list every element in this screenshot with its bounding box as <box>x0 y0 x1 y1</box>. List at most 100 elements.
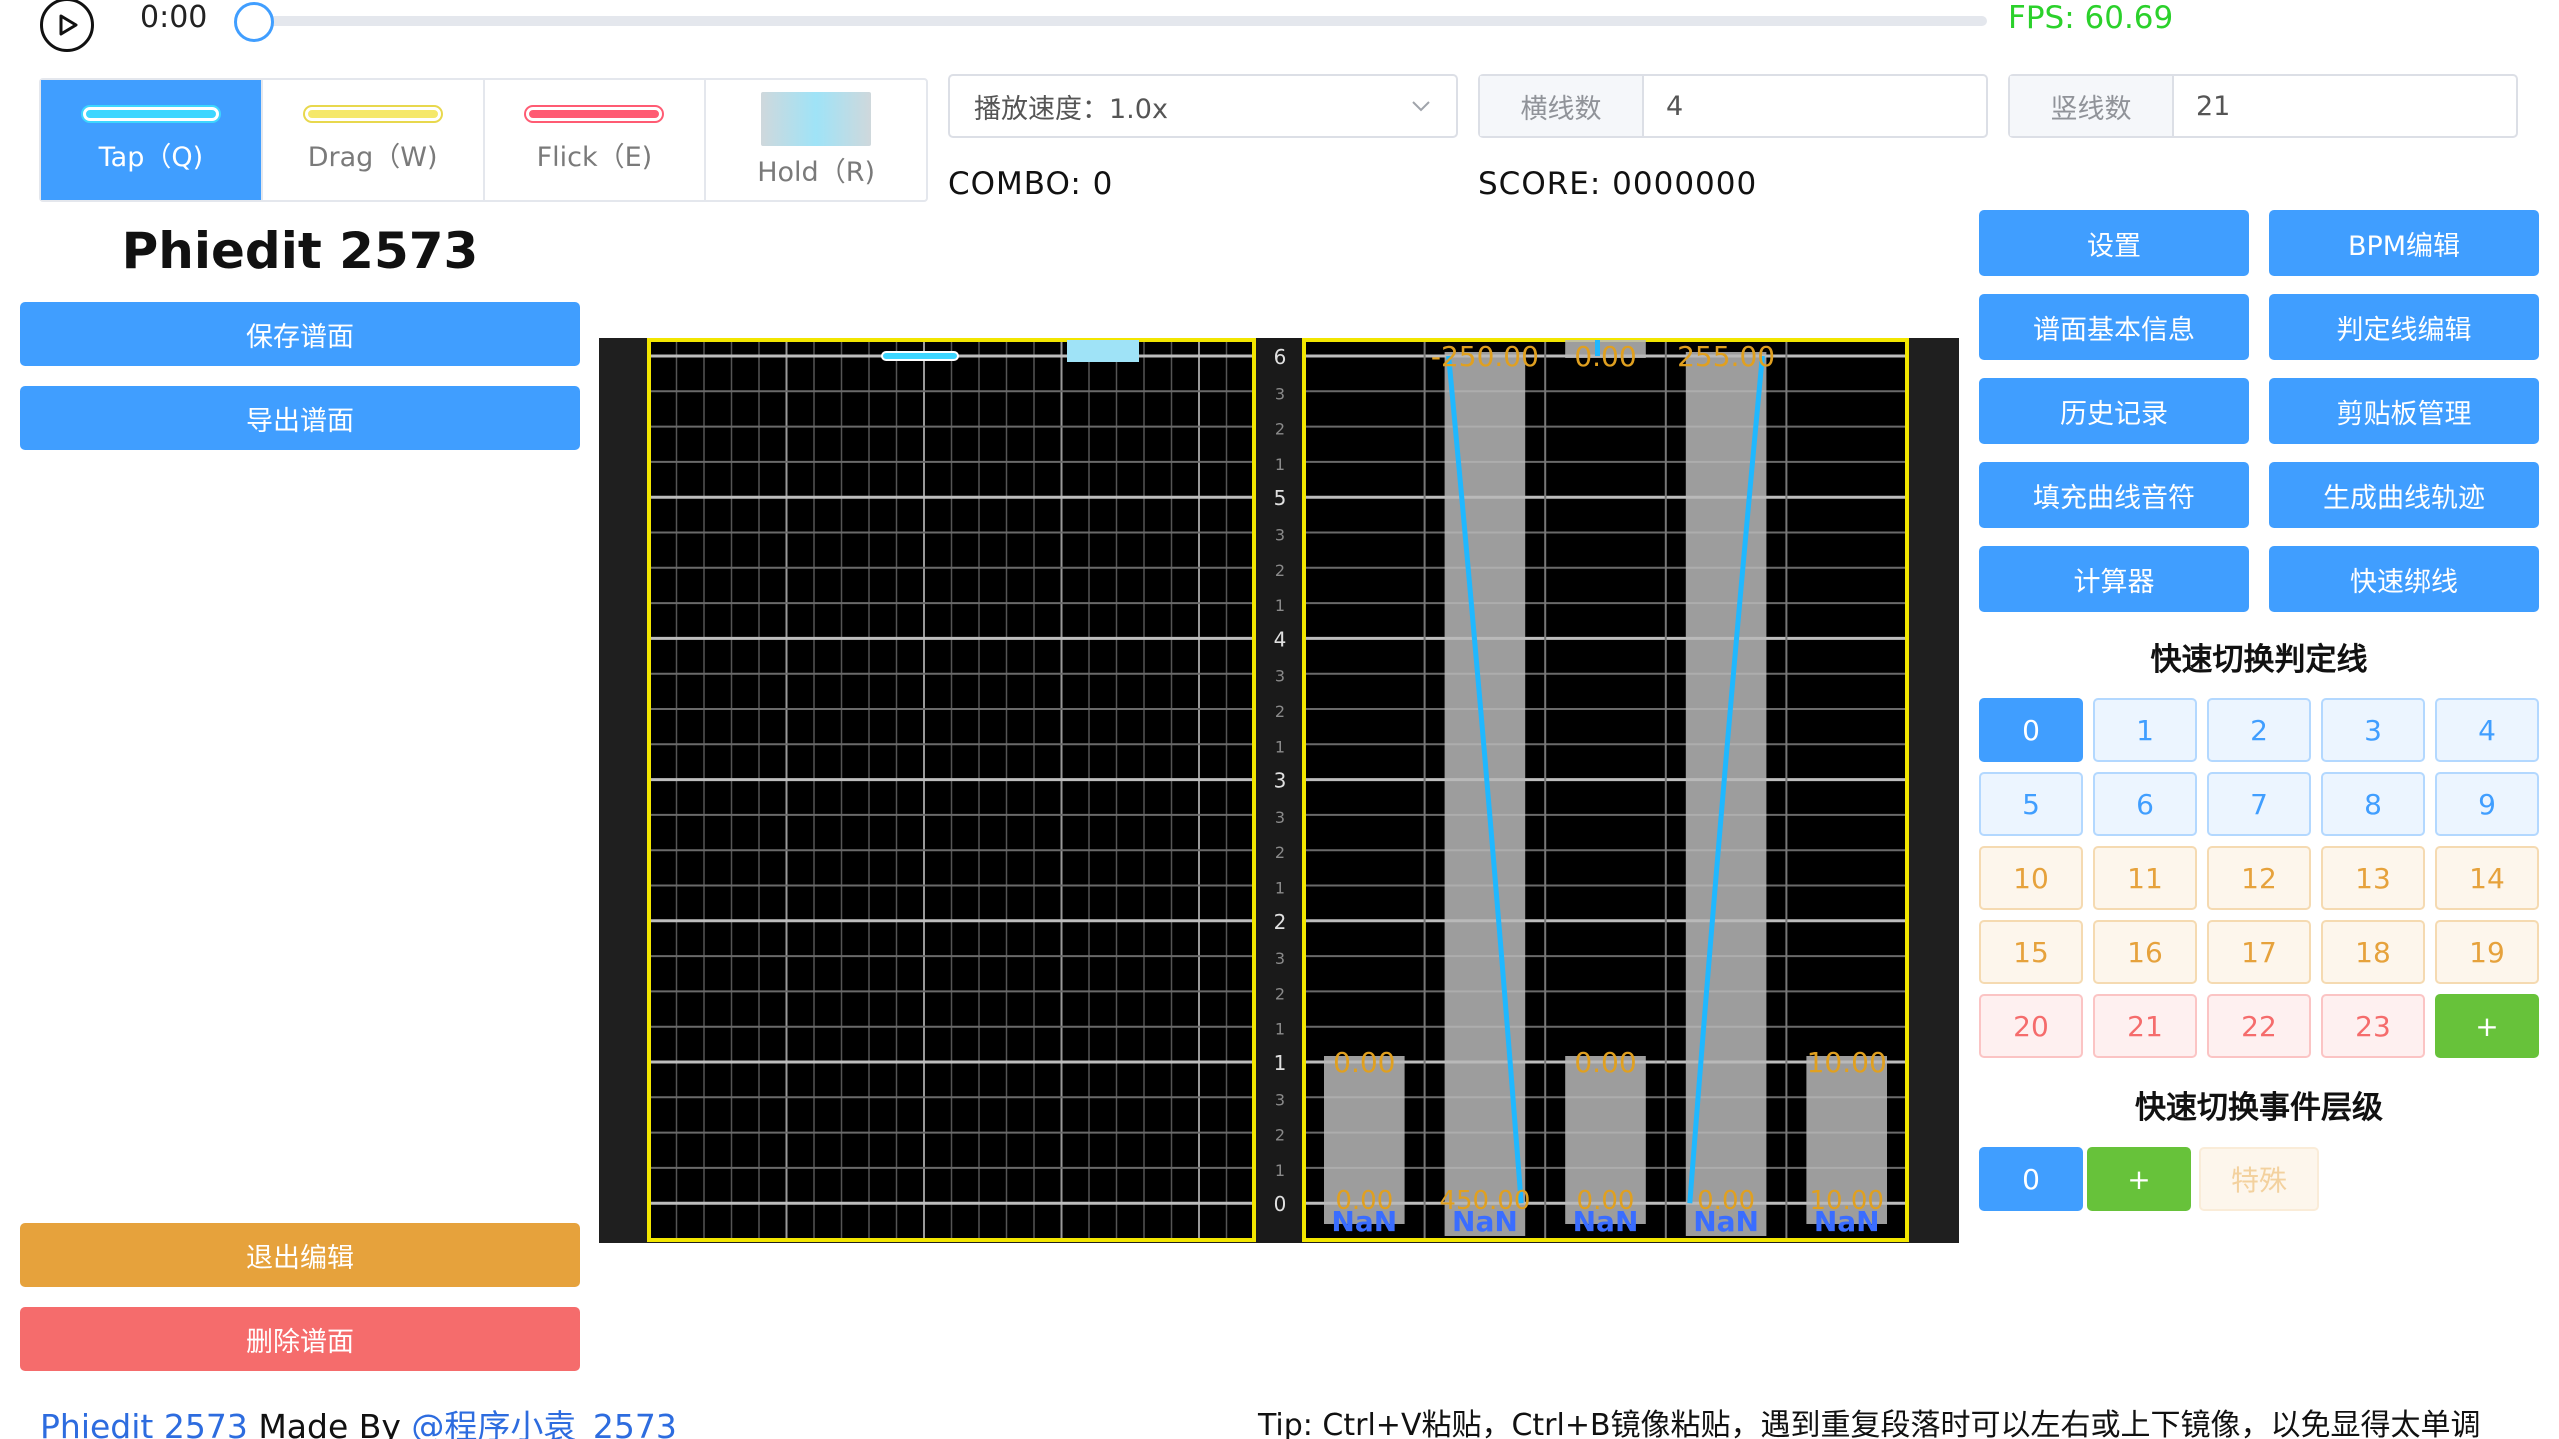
ruler-label: 1 <box>1275 737 1285 756</box>
ruler-label: 2 <box>1275 420 1285 439</box>
ruler-label: 1 <box>1275 596 1285 615</box>
playback-speed-select[interactable]: 播放速度：1.0x <box>948 74 1458 138</box>
tab-hold[interactable]: Hold（R) <box>706 80 926 200</box>
ruler-label: 1 <box>1275 1161 1285 1180</box>
line-button-6[interactable]: 6 <box>2093 772 2197 836</box>
ruler-label: 3 <box>1275 526 1285 545</box>
line-button-12[interactable]: 12 <box>2207 846 2311 910</box>
exit-edit-button[interactable]: 退出编辑 <box>20 1223 580 1287</box>
add-line-button[interactable]: + <box>2435 994 2539 1058</box>
tool-button-0[interactable]: 设置 <box>1979 210 2249 276</box>
tap-note <box>881 351 959 361</box>
horizontal-lines-label: 横线数 <box>1480 76 1644 136</box>
tab-hold-label: Hold（R) <box>757 156 875 188</box>
ruler-label: 5 <box>1274 486 1287 510</box>
line-button-1[interactable]: 1 <box>2093 698 2197 762</box>
ruler-label: 2 <box>1275 561 1285 580</box>
event-nan-label: NaN <box>1573 1205 1639 1238</box>
tab-drag-label: Drag（W) <box>307 141 438 173</box>
chevron-down-icon <box>1412 101 1430 112</box>
tool-button-7[interactable]: 生成曲线轨迹 <box>2269 462 2539 528</box>
event-value-mid: 0.00 <box>1333 1046 1395 1079</box>
tool-button-6[interactable]: 填充曲线音符 <box>1979 462 2249 528</box>
line-button-17[interactable]: 17 <box>2207 920 2311 984</box>
line-button-7[interactable]: 7 <box>2207 772 2311 836</box>
ruler-label: 3 <box>1274 769 1287 793</box>
tool-button-1[interactable]: BPM编辑 <box>2269 210 2539 276</box>
line-button-20[interactable]: 20 <box>1979 994 2083 1058</box>
note-grid[interactable] <box>647 338 1256 1242</box>
footer-credits: Phiedit 2573 Made By @程序小袁_2573 <box>40 1400 677 1439</box>
event-nan-label: NaN <box>1452 1205 1518 1238</box>
layer-button-0[interactable]: 0 <box>1979 1147 2083 1211</box>
beat-ruler: 6 3 2 1 5 3 2 1 4 3 2 1 3 3 2 1 2 3 2 1 1 3 2 1 0 <box>1256 338 1304 1243</box>
tab-flick[interactable]: Flick（E) <box>485 80 707 200</box>
ruler-label: 3 <box>1275 808 1285 827</box>
tap-note-icon <box>82 106 219 121</box>
vertical-lines-input-group: 竖线数 21 <box>2008 74 2518 138</box>
tab-flick-label: Flick（E) <box>536 141 653 173</box>
vertical-lines-label: 竖线数 <box>2010 76 2174 136</box>
tool-button-3[interactable]: 判定线编辑 <box>2269 294 2539 360</box>
line-button-8[interactable]: 8 <box>2321 772 2425 836</box>
line-button-22[interactable]: 22 <box>2207 994 2311 1058</box>
line-button-21[interactable]: 21 <box>2093 994 2197 1058</box>
ruler-label: 0 <box>1274 1192 1287 1216</box>
hold-note-icon <box>761 91 872 146</box>
line-button-23[interactable]: 23 <box>2321 994 2425 1058</box>
tool-button-8[interactable]: 计算器 <box>1979 546 2249 612</box>
ruler-label: 3 <box>1275 949 1285 968</box>
tool-button-9[interactable]: 快速绑线 <box>2269 546 2539 612</box>
tool-button-5[interactable]: 剪贴板管理 <box>2269 378 2539 444</box>
line-button-14[interactable]: 14 <box>2435 846 2539 910</box>
line-button-18[interactable]: 18 <box>2321 920 2425 984</box>
app-title: Phiedit 2573 <box>121 222 479 280</box>
event-nan-label: NaN <box>1814 1205 1880 1238</box>
footer-tip: Tip: Ctrl+V粘贴，Ctrl+B镜像粘贴，遇到重复段落时可以左右或上下镜… <box>1258 1408 2481 1439</box>
event-value-mid: 10.00 <box>1807 1046 1887 1079</box>
footer-app-link[interactable]: Phiedit 2573 <box>40 1407 248 1439</box>
chart-editor-canvas[interactable]: 6 3 2 1 5 3 2 1 4 3 2 1 3 3 2 1 2 3 2 1 1 3 2 1 0 -250.00 0.00 255… <box>599 338 1959 1243</box>
line-button-19[interactable]: 19 <box>2435 920 2539 984</box>
tab-tap[interactable]: Tap（Q) <box>41 80 263 200</box>
line-button-16[interactable]: 16 <box>2093 920 2197 984</box>
ruler-label: 2 <box>1274 910 1287 934</box>
line-button-4[interactable]: 4 <box>2435 698 2539 762</box>
event-nan-label: NaN <box>1331 1205 1397 1238</box>
add-layer-button[interactable]: + <box>2087 1147 2191 1211</box>
horizontal-lines-input[interactable]: 4 <box>1644 91 1683 122</box>
event-value-top: 0.00 <box>1574 340 1636 373</box>
line-button-5[interactable]: 5 <box>1979 772 2083 836</box>
line-button-2[interactable]: 2 <box>2207 698 2311 762</box>
progress-handle[interactable] <box>234 2 274 42</box>
event-value-top: 255.00 <box>1677 340 1775 373</box>
progress-slider[interactable] <box>252 16 1987 26</box>
line-button-11[interactable]: 11 <box>2093 846 2197 910</box>
ruler-label: 3 <box>1275 384 1285 403</box>
save-chart-button[interactable]: 保存谱面 <box>20 302 580 366</box>
special-layer-button[interactable]: 特殊 <box>2199 1147 2319 1211</box>
ruler-label: 2 <box>1275 984 1285 1003</box>
ruler-label: 1 <box>1275 879 1285 898</box>
flick-note-icon <box>526 106 663 121</box>
delete-chart-button[interactable]: 删除谱面 <box>20 1307 580 1371</box>
ruler-label: 1 <box>1274 1051 1287 1075</box>
line-button-0[interactable]: 0 <box>1979 698 2083 762</box>
footer-author-link[interactable]: @程序小袁_2573 <box>411 1407 676 1439</box>
playback-speed-value: 播放速度：1.0x <box>974 93 1168 125</box>
line-button-3[interactable]: 3 <box>2321 698 2425 762</box>
tab-drag[interactable]: Drag（W) <box>263 80 485 200</box>
line-button-10[interactable]: 10 <box>1979 846 2083 910</box>
footer-made-by: Made By <box>247 1407 412 1439</box>
ruler-label: 2 <box>1275 843 1285 862</box>
hold-note <box>1067 340 1139 362</box>
note-type-tabs: Tap（Q) Drag（W) Flick（E) Hold（R) <box>39 78 928 202</box>
play-button[interactable] <box>40 0 94 52</box>
line-button-13[interactable]: 13 <box>2321 846 2425 910</box>
export-chart-button[interactable]: 导出谱面 <box>20 386 580 450</box>
line-button-9[interactable]: 9 <box>2435 772 2539 836</box>
vertical-lines-input[interactable]: 21 <box>2174 91 2230 122</box>
tool-button-2[interactable]: 谱面基本信息 <box>1979 294 2249 360</box>
tool-button-4[interactable]: 历史记录 <box>1979 378 2249 444</box>
line-button-15[interactable]: 15 <box>1979 920 2083 984</box>
